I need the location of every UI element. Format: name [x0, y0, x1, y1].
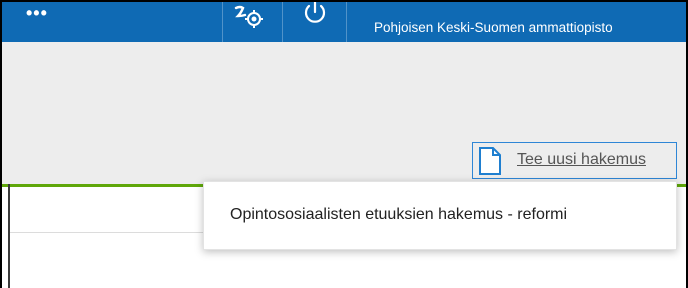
new-application-label: Tee uusi hakemus [517, 151, 646, 168]
panel-left-edge [8, 184, 10, 288]
screenshot-frame [0, 0, 2, 288]
organization-name: Pohjoisen Keski-Suomen ammattiopisto [374, 20, 613, 35]
user-settings-icon[interactable] [232, 2, 264, 30]
dropdown-item[interactable]: Opintososiaalisten etuuksien hakemus - r… [230, 206, 567, 224]
top-navigation-bar: ••• Pohjoisen Keski-Suomen ammattiopisto [0, 0, 688, 42]
topbar-divider [346, 0, 347, 42]
document-icon [479, 147, 501, 175]
topbar-divider [282, 0, 283, 42]
power-icon[interactable] [302, 0, 328, 26]
screenshot-frame [0, 0, 688, 2]
new-application-dropdown: Opintososiaalisten etuuksien hakemus - r… [203, 181, 677, 250]
more-menu-icon[interactable]: ••• [26, 4, 48, 22]
topbar-divider [222, 0, 223, 42]
new-application-button[interactable]: Tee uusi hakemus [472, 142, 677, 179]
